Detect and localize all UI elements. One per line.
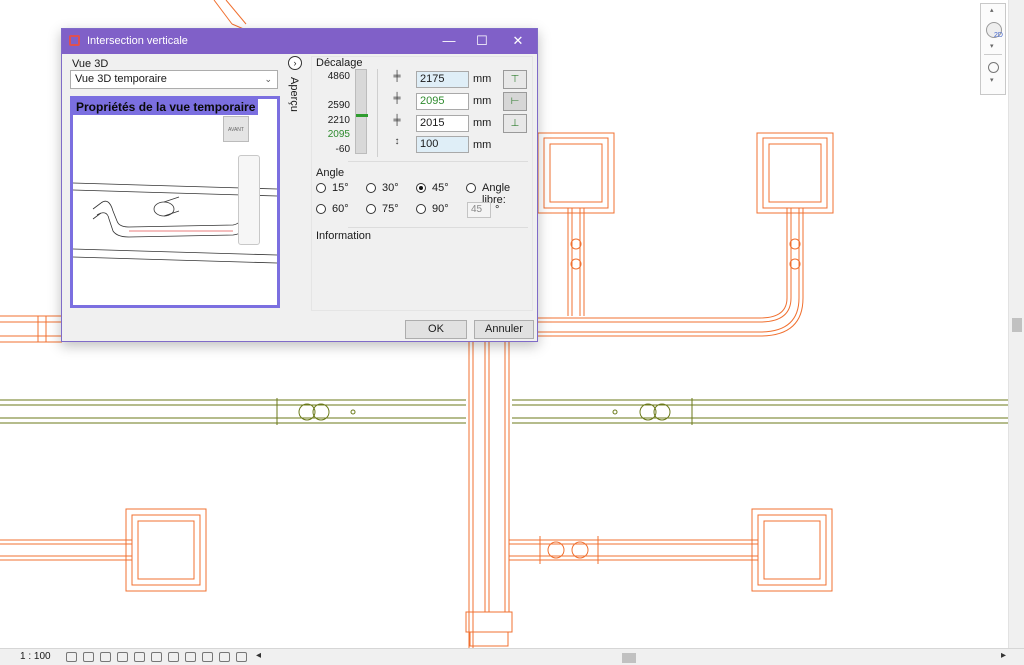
ruler-label: 4860: [327, 71, 350, 82]
ok-button[interactable]: OK: [405, 320, 467, 339]
dialog-title: Intersection verticale: [87, 35, 188, 47]
free-angle-input[interactable]: 45: [467, 202, 491, 218]
chevron-down-icon[interactable]: ▾: [990, 42, 994, 50]
ruler-label: 2590: [327, 100, 350, 111]
align-middle-button[interactable]: ⊢: [503, 92, 527, 111]
shadows-icon[interactable]: [117, 652, 128, 662]
temporary-hide-icon[interactable]: [185, 652, 196, 662]
chevron-down-icon[interactable]: ▾: [990, 76, 994, 84]
top-offset-icon: ╪: [393, 71, 401, 82]
view3d-select-value: Vue 3D temporaire: [75, 73, 167, 85]
angle-free-radio[interactable]: [466, 183, 476, 193]
divider: [984, 54, 1002, 55]
angle-60-radio[interactable]: [316, 204, 326, 214]
divider: [348, 227, 528, 228]
chevron-up-icon[interactable]: ▴: [990, 6, 994, 14]
ruler-current-marker[interactable]: [356, 114, 368, 117]
app-logo-icon: [69, 35, 80, 46]
angle-45-label[interactable]: 45°: [432, 182, 449, 194]
top-offset-input[interactable]: 2175: [416, 71, 469, 88]
scale-indicator[interactable]: 1 : 100: [20, 651, 51, 662]
maximize-button[interactable]: ☐: [467, 32, 497, 50]
show-crop-icon[interactable]: [151, 652, 162, 662]
highlight-displacement-icon[interactable]: [236, 652, 247, 662]
angle-75-label[interactable]: 75°: [382, 203, 399, 215]
ruler-label: -60: [335, 144, 350, 155]
angle-30-radio[interactable]: [366, 183, 376, 193]
intersection-dialog: Intersection verticale — ☐ ✕ Vue 3D Vue …: [61, 28, 538, 342]
view-cube-label: AVANT: [228, 127, 244, 133]
divider: [377, 69, 378, 157]
close-button[interactable]: ✕: [503, 32, 533, 50]
angle-30-label[interactable]: 30°: [382, 182, 399, 194]
sun-path-icon[interactable]: [100, 652, 111, 662]
crop-view-icon[interactable]: [134, 652, 145, 662]
angle-45-radio[interactable]: [416, 183, 426, 193]
apercu-toggle-button[interactable]: ›: [288, 56, 302, 70]
align-top-button[interactable]: ⊤: [503, 70, 527, 89]
view3d-label: Vue 3D: [72, 58, 109, 70]
analytical-model-icon[interactable]: [219, 652, 230, 662]
unit-label: mm: [473, 139, 492, 151]
ruler-label: 2095: [327, 129, 350, 140]
view-cube[interactable]: AVANT: [223, 116, 249, 142]
cancel-button[interactable]: Annuler: [474, 320, 534, 339]
angle-90-radio[interactable]: [416, 204, 426, 214]
zoom-icon[interactable]: [988, 62, 999, 73]
divider: [348, 161, 528, 162]
view-navigation-widget[interactable]: ▴ 2D ▾ ▾: [980, 3, 1006, 95]
ruler-label: 2210: [327, 115, 350, 126]
angle-90-label[interactable]: 90°: [432, 203, 449, 215]
detail-level-icon[interactable]: [66, 652, 77, 662]
scrollbar-thumb[interactable]: [1012, 318, 1022, 332]
decalage-label: Décalage: [316, 57, 363, 69]
angle-15-radio[interactable]: [316, 183, 326, 193]
pipe-network: [0, 398, 1008, 425]
height-ruler[interactable]: [355, 69, 368, 154]
horizontal-scrollbar[interactable]: ◂ ▸: [256, 650, 1008, 665]
scroll-right-icon[interactable]: ▸: [1001, 650, 1006, 661]
lock-view-icon[interactable]: [168, 652, 179, 662]
angle-label: Angle: [316, 167, 345, 179]
view3d-select[interactable]: Vue 3D temporaire ⌄: [70, 70, 278, 89]
angle-60-label[interactable]: 60°: [332, 203, 349, 215]
visual-style-icon[interactable]: [83, 652, 94, 662]
height-input[interactable]: 100: [416, 136, 469, 153]
chevron-down-icon: ⌄: [264, 74, 272, 84]
vertical-scrollbar[interactable]: [1008, 0, 1024, 650]
unit-label: mm: [473, 117, 492, 129]
align-bottom-button[interactable]: ⊥: [503, 114, 527, 133]
angle-15-label[interactable]: 15°: [332, 182, 349, 194]
apercu-label[interactable]: Aperçu: [288, 77, 300, 112]
height-offset-icon: ↕: [394, 136, 400, 147]
dialog-titlebar[interactable]: Intersection verticale — ☐ ✕: [62, 29, 537, 54]
view-mode-label: 2D: [994, 32, 1003, 39]
reveal-hidden-icon[interactable]: [202, 652, 213, 662]
bottom-offset-input[interactable]: 2015: [416, 115, 469, 132]
unit-label: mm: [473, 73, 492, 85]
middle-offset-input[interactable]: 2095: [416, 93, 469, 110]
middle-offset-icon: ╪: [393, 93, 401, 104]
scroll-left-icon[interactable]: ◂: [256, 650, 261, 661]
angle-75-radio[interactable]: [366, 204, 376, 214]
scrollbar-thumb[interactable]: [622, 653, 636, 663]
preview-panel[interactable]: Propriétés de la vue temporaire AVANT: [70, 96, 280, 308]
view-control-bar: [66, 652, 247, 662]
minimize-button[interactable]: —: [434, 32, 464, 50]
bottom-offset-icon: ╪: [393, 115, 401, 126]
information-label: Information: [316, 230, 372, 242]
preview-title: Propriétés de la vue temporaire: [73, 99, 259, 115]
degree-unit-label: °: [495, 204, 500, 216]
preview-navigation-bar[interactable]: [238, 155, 260, 245]
unit-label: mm: [473, 95, 492, 107]
